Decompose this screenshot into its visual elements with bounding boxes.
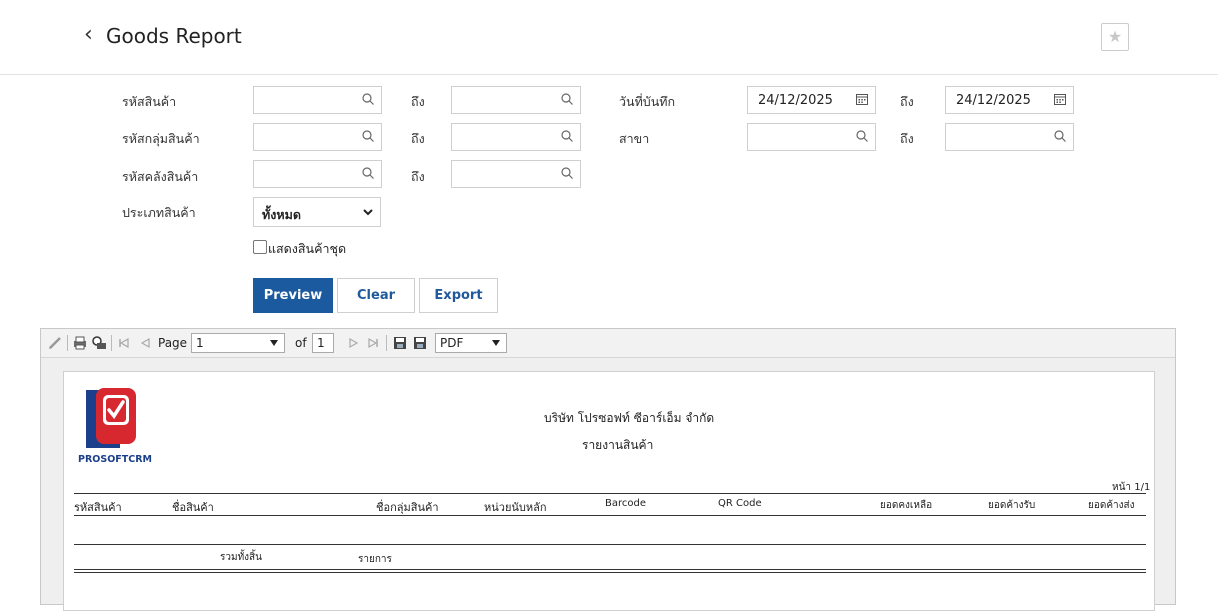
branch-label: สาขา (619, 131, 650, 146)
product-group-from-input[interactable] (253, 123, 382, 151)
search-icon[interactable] (361, 92, 375, 106)
toolbar-separator (386, 335, 387, 351)
print-icon[interactable] (72, 335, 88, 351)
column-header: ชื่อกลุ่มสินค้า (376, 501, 439, 514)
next-page-icon[interactable] (345, 335, 361, 351)
to-label: ถึง (411, 94, 425, 109)
date-to-input[interactable]: 24/12/2025 (945, 86, 1074, 114)
prosoftcrm-logo (86, 388, 136, 448)
total-pages-value: 1 (317, 336, 325, 350)
product-code-to-input[interactable] (451, 86, 581, 114)
logo-text: PROSOFTCRM (78, 454, 152, 465)
header-divider (74, 493, 1146, 494)
print-preview-icon[interactable] (91, 335, 107, 351)
total-divider (74, 544, 1146, 545)
product-group-to-input[interactable] (451, 123, 581, 151)
date-to-value: 24/12/2025 (956, 93, 1031, 108)
company-name: บริษัท โปรซอฟท์ ซีอาร์เอ็ม จำกัด (544, 411, 715, 425)
total-label: รวมทั้งสิ้น (220, 552, 262, 563)
first-page-icon[interactable] (116, 335, 132, 351)
toolbar-separator (111, 335, 112, 351)
report-page: PROSOFTCRM บริษัท โปรซอฟท์ ซีอาร์เอ็ม จำ… (63, 371, 1155, 611)
warehouse-label: รหัสคลังสินค้า (122, 169, 199, 184)
column-header: Barcode (605, 498, 646, 509)
search-icon[interactable] (1053, 129, 1067, 143)
to-label: ถึง (411, 131, 425, 146)
record-date-label: วันที่บันทึก (619, 94, 676, 109)
product-group-label: รหัสกลุ่มสินค้า (122, 131, 200, 146)
to-label: ถึง (900, 94, 914, 109)
dropdown-arrow-icon (270, 340, 278, 346)
format-value: PDF (440, 336, 464, 350)
page-label: Page (158, 336, 188, 350)
column-divider (74, 515, 1146, 516)
show-set-checkbox[interactable] (253, 240, 267, 254)
viewer-toolbar: Page 1 of 1 PDF (41, 329, 1175, 358)
save-as-icon[interactable] (412, 335, 428, 351)
save-icon[interactable] (392, 335, 408, 351)
warehouse-to-input[interactable] (451, 160, 581, 188)
search-icon[interactable] (560, 166, 574, 180)
column-header: QR Code (718, 498, 762, 509)
calendar-icon[interactable] (1053, 92, 1067, 106)
column-header: หน่วยนับหลัก (484, 501, 547, 514)
column-header: ยอดคงเหลือ (880, 500, 933, 511)
preview-button[interactable]: Preview (253, 278, 333, 313)
calendar-icon[interactable] (855, 92, 869, 106)
clear-button[interactable]: Clear (337, 278, 415, 313)
column-header: รหัสสินค้า (74, 501, 122, 514)
star-icon[interactable]: ★ (1101, 23, 1129, 51)
search-icon[interactable] (855, 129, 869, 143)
export-button[interactable]: Export (419, 278, 498, 313)
warehouse-from-input[interactable] (253, 160, 382, 188)
product-type-value: ทั้งหมด (262, 207, 301, 222)
show-set-label: แสดงสินค้าชุด (268, 241, 347, 256)
chevron-down-icon (363, 209, 373, 216)
footer-divider (74, 569, 1146, 570)
back-icon[interactable]: ‹ (84, 22, 93, 47)
report-title: รายงานสินค้า (582, 438, 654, 452)
dropdown-arrow-icon (492, 340, 500, 346)
search-icon[interactable] (361, 129, 375, 143)
column-header: ยอดค้างส่ง (1088, 500, 1135, 511)
previous-page-icon[interactable] (138, 335, 154, 351)
product-type-label: ประเภทสินค้า (122, 205, 196, 220)
page-select[interactable]: 1 (191, 333, 285, 353)
edit-icon[interactable] (47, 335, 63, 351)
branch-from-input[interactable] (747, 123, 876, 151)
last-page-icon[interactable] (365, 335, 381, 351)
footer-divider (74, 572, 1146, 573)
page-header: ‹ Goods Report ★ (0, 0, 1218, 75)
product-code-from-input[interactable] (253, 86, 382, 114)
of-label: of (295, 336, 307, 350)
search-icon[interactable] (560, 92, 574, 106)
date-from-input[interactable]: 24/12/2025 (747, 86, 876, 114)
to-label: ถึง (900, 131, 914, 146)
toolbar-separator (67, 335, 68, 351)
page-value: 1 (196, 336, 204, 350)
product-type-select[interactable]: ทั้งหมด (253, 197, 381, 227)
column-header: ยอดค้างรับ (988, 500, 1036, 511)
report-viewer: Page 1 of 1 PDF PROSOFTCRM บริษัท โปรซอฟ (40, 328, 1176, 611)
items-label: รายการ (358, 554, 392, 565)
branch-to-input[interactable] (945, 123, 1074, 151)
search-icon[interactable] (560, 129, 574, 143)
total-pages: 1 (312, 333, 334, 353)
page-title: Goods Report (106, 24, 242, 48)
product-code-label: รหัสสินค้า (122, 94, 177, 109)
to-label: ถึง (411, 169, 425, 184)
column-header: ชื่อสินค้า (172, 501, 214, 514)
search-icon[interactable] (361, 166, 375, 180)
date-from-value: 24/12/2025 (758, 93, 833, 108)
format-select[interactable]: PDF (435, 333, 507, 353)
